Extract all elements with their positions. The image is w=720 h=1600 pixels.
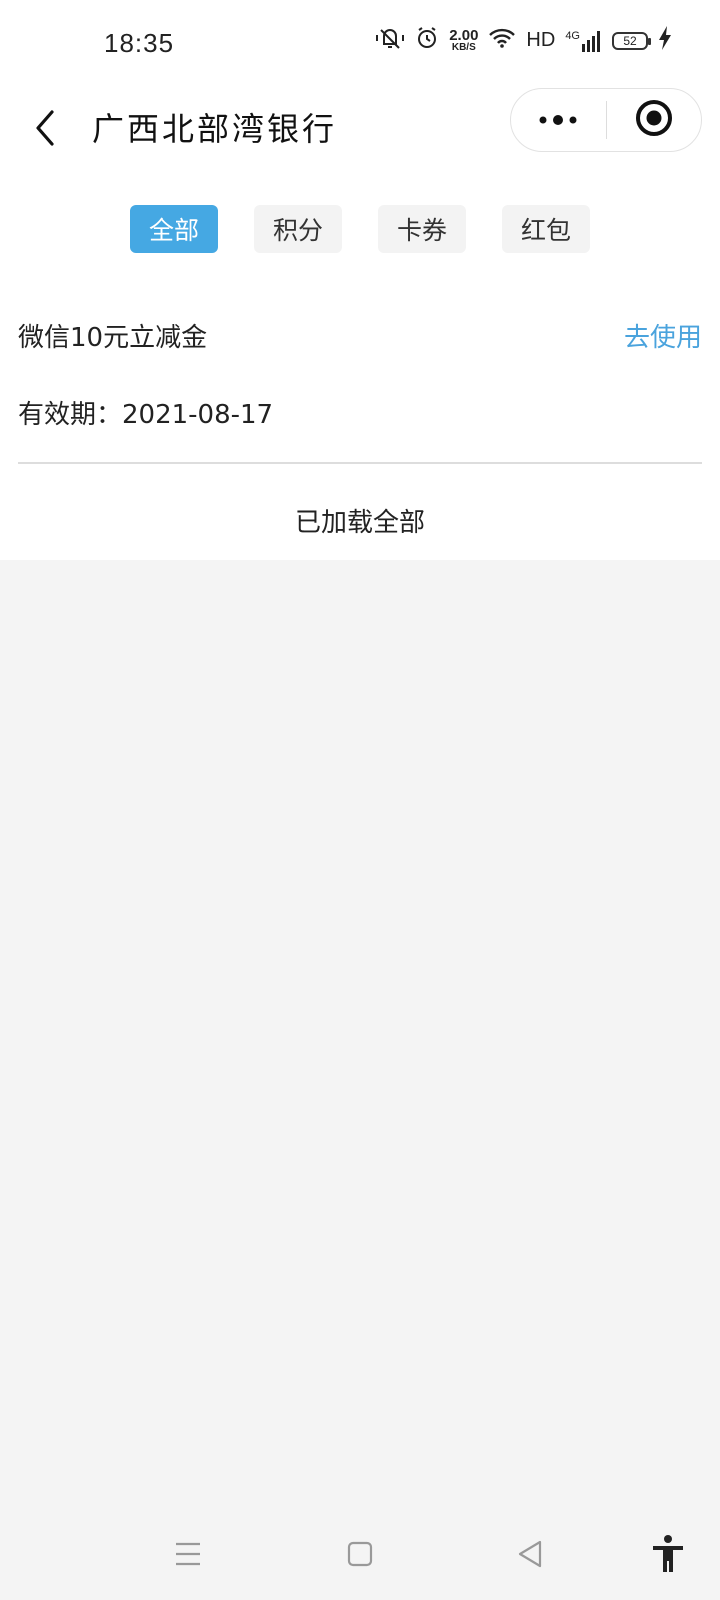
tab-all[interactable]: 全部 xyxy=(130,205,218,253)
status-bar: 18:35 2.00 KB/S HD 4G 52 xyxy=(0,0,720,88)
status-time: 18:35 xyxy=(104,28,175,58)
tab-red-packets[interactable]: 红包 xyxy=(502,205,590,253)
alarm-icon xyxy=(415,26,439,55)
net-speed-value: 2.00 xyxy=(449,27,479,44)
use-coupon-link[interactable]: 去使用 xyxy=(624,317,702,354)
back-button[interactable] xyxy=(22,98,66,162)
home-square-icon xyxy=(347,1541,373,1571)
more-button[interactable] xyxy=(511,88,606,152)
signal-icon: 4G xyxy=(565,30,602,52)
home-button[interactable] xyxy=(334,1530,386,1582)
coupon-name: 微信10元立减金 xyxy=(18,323,208,353)
net-speed: 2.00 KB/S xyxy=(449,28,478,53)
net-speed-unit: KB/S xyxy=(451,42,476,53)
target-close-icon xyxy=(635,99,673,141)
page-title: 广西北部湾银行 xyxy=(92,110,338,148)
tab-coupons[interactable]: 卡券 xyxy=(378,205,466,253)
back-triangle-icon xyxy=(516,1539,544,1573)
chevron-left-icon xyxy=(32,108,56,152)
status-icons: 2.00 KB/S HD 4G 52 xyxy=(375,26,672,55)
battery-icon: 52 xyxy=(612,31,651,50)
nav-bar: 广西北部湾银行 xyxy=(0,88,720,172)
hd-label: HD xyxy=(526,29,556,51)
accessibility-icon xyxy=(651,1534,685,1578)
close-button[interactable] xyxy=(607,88,702,152)
mini-program-capsule xyxy=(510,88,702,152)
wifi-icon xyxy=(488,27,516,54)
coupon-validity: 有效期：2021-08-17 xyxy=(18,400,274,430)
charging-icon xyxy=(658,26,672,55)
battery-level: 52 xyxy=(623,33,637,48)
menu-button[interactable] xyxy=(162,1530,214,1582)
accessibility-button[interactable] xyxy=(642,1530,694,1582)
load-status: 已加载全部 xyxy=(294,508,425,538)
filter-tabs: 全部 积分 卡券 红包 xyxy=(0,205,720,253)
system-nav-bar xyxy=(0,1512,720,1600)
back-nav-button[interactable] xyxy=(504,1530,556,1582)
content-area: 全部 积分 卡券 红包 微信10元立减金 去使用 有效期：2021-08-17 … xyxy=(0,172,720,560)
page: 18:35 2.00 KB/S HD 4G 52 广西北部湾银行 全部 积分 卡… xyxy=(0,0,720,1600)
network-type-label: 4G xyxy=(565,29,580,42)
menu-icon xyxy=(174,1541,202,1571)
vibrate-off-icon xyxy=(375,26,405,55)
list-divider xyxy=(18,462,702,464)
more-dots-icon xyxy=(538,111,578,130)
tab-points[interactable]: 积分 xyxy=(254,205,342,253)
